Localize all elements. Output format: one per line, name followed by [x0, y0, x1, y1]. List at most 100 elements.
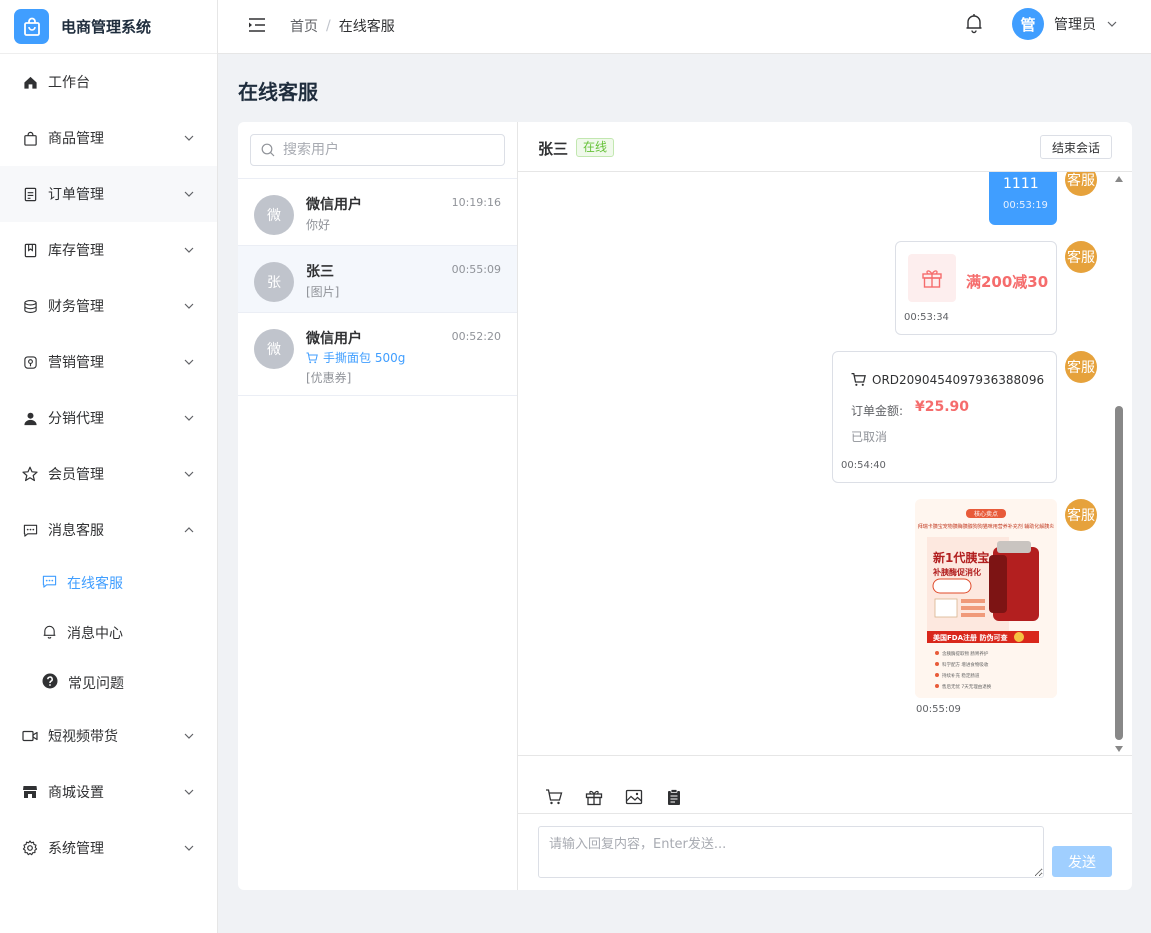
sidebar-item-label: 消息客服 — [48, 523, 104, 539]
sidebar-subitem-message-center[interactable]: 消息中心 — [0, 608, 217, 658]
order-amount-label: 订单金额: — [851, 404, 904, 418]
chat-icon — [22, 522, 38, 538]
sidebar-item-shop-settings[interactable]: 商城设置 — [0, 764, 217, 820]
order-number: ORD2090454097936388096 — [872, 372, 1045, 387]
cart-icon — [851, 372, 866, 386]
chevron-down-icon — [184, 359, 194, 365]
search-box — [250, 134, 505, 166]
chevron-down-icon — [184, 135, 194, 141]
sidebar-subitem-label: 消息中心 — [67, 626, 123, 642]
sidebar-item-distribution[interactable]: 分销代理 — [0, 390, 217, 446]
gear-icon — [22, 840, 38, 856]
chevron-up-icon — [184, 527, 194, 533]
sidebar-item-label: 系统管理 — [48, 841, 104, 857]
message-time: 00:55:09 — [916, 704, 961, 715]
sidebar-item-inventory[interactable]: 库存管理 — [0, 222, 217, 278]
message-time: 00:53:19 — [1003, 200, 1048, 211]
chevron-down-icon — [184, 789, 194, 795]
conversation-time: 10:19:16 — [451, 196, 501, 209]
conversation-product: 手撕面包 500g — [306, 349, 405, 366]
bell-icon — [42, 624, 57, 643]
message-coupon-card[interactable]: 满200减30 00:53:34 — [895, 241, 1057, 335]
poster-bullet: 售后无忧 7天无理由退换 — [942, 683, 992, 690]
sidebar-item-label: 会员管理 — [48, 467, 104, 483]
message-order-card[interactable]: ORD2090454097936388096 订单金额: ¥25.90 已取消 … — [832, 351, 1057, 483]
poster-bullet: 科学配方 增进食物吸收 — [942, 661, 989, 668]
coins-icon — [22, 298, 38, 314]
conversation-avatar: 微 — [254, 329, 294, 369]
chat-column: 张三 在线 结束会话 1111 00:53:19 客服 满200减30 00:5… — [518, 122, 1132, 890]
order-status: 已取消 — [851, 430, 888, 444]
chevron-down-icon — [184, 303, 194, 309]
agent-avatar: 客服 — [1065, 172, 1097, 196]
menu-toggle-icon[interactable] — [248, 16, 266, 34]
message-time: 00:54:40 — [841, 460, 886, 471]
sidebar-subitem-online-service[interactable]: 在线客服 — [0, 558, 217, 608]
sidebar-item-members[interactable]: 会员管理 — [0, 446, 217, 502]
sidebar-item-messages[interactable]: 消息客服 — [0, 502, 217, 558]
conversation-time: 00:55:09 — [451, 263, 501, 276]
conversation-item-active[interactable]: 张 张三 00:55:09 [图片] — [238, 246, 517, 313]
shopping-bag-logo-icon — [14, 9, 49, 44]
conversation-time: 00:52:20 — [451, 330, 501, 343]
scrollbar-thumb[interactable] — [1115, 406, 1123, 740]
breadcrumb-separator: / — [326, 18, 331, 34]
product-poster: 核心卖点 拜瑞卡胰宝宠物胰酶胰腺狗狗猫咪用营养补充剂 辅助化解胰炎 新1代胰宝 … — [915, 499, 1057, 698]
scroll-down-arrow-icon[interactable] — [1115, 746, 1123, 752]
top-header: 首页 / 在线客服 管 管理员 — [218, 0, 1151, 54]
send-coupon-gift-icon[interactable] — [585, 788, 603, 806]
chat-header: 张三 在线 结束会话 — [518, 122, 1132, 172]
user-name[interactable]: 管理员 — [1054, 14, 1096, 34]
coupon-text: 满200减30 — [966, 273, 1049, 291]
customer-service-panel: 微 微信用户 10:19:16 你好 张 张三 00:55:09 [图片] 微 … — [238, 122, 1132, 890]
chevron-down-icon — [184, 733, 194, 739]
sidebar-item-products[interactable]: 商品管理 — [0, 110, 217, 166]
sidebar-item-label: 短视频带货 — [48, 729, 118, 745]
sidebar-menu: 工作台 商品管理 订单管理 库存管理 财务管理 营销管理 分销代理 会员管理 消… — [0, 54, 217, 876]
chevron-down-icon[interactable] — [1106, 18, 1118, 30]
reply-input[interactable] — [538, 826, 1044, 878]
search-input[interactable] — [283, 142, 483, 158]
sidebar-subitem-faq[interactable]: 常见问题 — [0, 658, 217, 708]
gift-icon — [908, 254, 956, 302]
end-session-button[interactable]: 结束会话 — [1040, 135, 1112, 159]
send-order-clipboard-icon[interactable] — [665, 788, 683, 806]
sidebar-item-dashboard[interactable]: 工作台 — [0, 54, 217, 110]
poster-main-1: 新1代胰宝 — [933, 550, 989, 565]
breadcrumb-home-link[interactable]: 首页 — [290, 16, 318, 36]
composer-toolbar — [518, 756, 1132, 814]
sidebar-item-label: 商城设置 — [48, 785, 104, 801]
message-bubble-text: 1111 00:53:19 — [989, 172, 1057, 225]
user-icon — [22, 410, 38, 426]
sidebar-item-short-video[interactable]: 短视频带货 — [0, 708, 217, 764]
message-product-image[interactable]: 核心卖点 拜瑞卡胰宝宠物胰酶胰腺狗狗猫咪用营养补充剂 辅助化解胰炎 新1代胰宝 … — [915, 499, 1057, 698]
send-product-cart-icon[interactable] — [545, 788, 563, 806]
poster-bullet: 含胰酶提取物 肠胃养护 — [942, 650, 989, 657]
agent-avatar: 客服 — [1065, 351, 1097, 383]
sidebar-item-system[interactable]: 系统管理 — [0, 820, 217, 876]
sidebar-item-label: 财务管理 — [48, 299, 104, 315]
message-text: 1111 — [1003, 176, 1039, 192]
poster-badge: 美国FDA注册 防伪可查 — [933, 633, 1008, 642]
conversation-item[interactable]: 微 微信用户 00:52:20 手撕面包 500g [优惠券] — [238, 313, 517, 396]
sidebar-item-marketing[interactable]: 营销管理 — [0, 334, 217, 390]
message-scrollbar[interactable] — [1114, 176, 1124, 752]
sidebar-item-finance[interactable]: 财务管理 — [0, 278, 217, 334]
sidebar-item-orders[interactable]: 订单管理 — [0, 166, 217, 222]
conversation-avatar: 微 — [254, 195, 294, 235]
location-icon — [22, 354, 38, 370]
conversation-item[interactable]: 微 微信用户 10:19:16 你好 — [238, 179, 517, 246]
sidebar-item-label: 营销管理 — [48, 355, 104, 371]
send-button[interactable]: 发送 — [1052, 846, 1112, 877]
order-amount: ¥25.90 — [915, 399, 970, 415]
star-icon — [22, 466, 38, 482]
user-avatar[interactable]: 管 — [1012, 8, 1044, 40]
conversation-name: 张三 — [306, 264, 334, 280]
notification-bell-icon[interactable] — [964, 12, 984, 34]
send-image-icon[interactable] — [625, 788, 643, 806]
conversation-preview: [图片] — [306, 285, 340, 299]
agent-avatar: 客服 — [1065, 499, 1097, 531]
sidebar-item-label: 订单管理 — [48, 187, 104, 203]
conversation-preview: [优惠券] — [306, 371, 352, 385]
scroll-up-arrow-icon[interactable] — [1115, 176, 1123, 182]
